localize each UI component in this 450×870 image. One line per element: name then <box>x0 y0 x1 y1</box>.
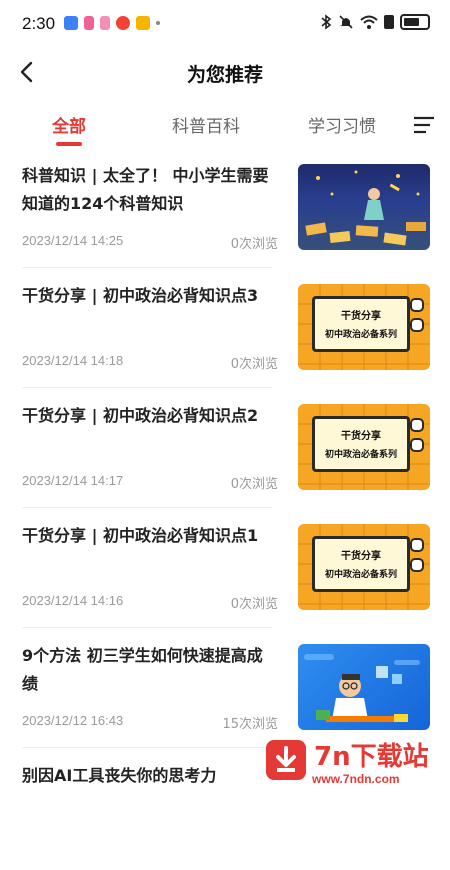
watermark-name: 7n下载站 <box>314 742 429 772</box>
tv-knob-icon <box>410 298 424 312</box>
tab-study-habits[interactable]: 学习习惯 <box>308 112 376 137</box>
article-title: 科普知识 | 太全了！ 中小学生需要知道的124个科普知识 <box>22 166 269 213</box>
watermark-url: www.7ndn.com <box>312 772 400 786</box>
article-date: 2023/12/14 14:17 <box>22 473 124 488</box>
tv-screen: 干货分享 初中政治必备系列 <box>312 416 410 472</box>
article-item[interactable]: 干货分享 | 初中政治必背知识点1 2023/12/14 14:16 0次浏览 … <box>22 510 430 630</box>
article-title: 干货分享 | 初中政治必背知识点2 <box>22 406 259 425</box>
article-title: 干货分享 | 初中政治必背知识点1 <box>22 526 259 545</box>
tv-knob-icon <box>410 558 424 572</box>
tv-knob-icon <box>410 538 424 552</box>
article-title: 别因AI工具丧失你的思考力 <box>22 766 217 785</box>
article-views: 15次浏览 <box>222 717 278 732</box>
app-icon <box>100 16 110 30</box>
article-views: 0次浏览 <box>230 357 278 372</box>
tv-screen: 干货分享 初中政治必备系列 <box>312 536 410 592</box>
article-date: 2023/12/12 16:43 <box>22 713 124 728</box>
article-views: 0次浏览 <box>230 237 278 252</box>
download-logo-icon <box>266 740 306 780</box>
divider <box>22 267 272 268</box>
divider <box>22 507 272 508</box>
article-thumbnail <box>298 644 430 730</box>
blue-illustration <box>304 654 420 722</box>
article-thumbnail: 干货分享 初中政治必备系列 <box>298 524 430 610</box>
thumb-text: 初中政治必备系列 <box>324 330 397 340</box>
article-title: 9个方法 初三学生如何快速提高成绩 <box>22 646 263 693</box>
tv-knob-icon <box>410 318 424 332</box>
system-icons <box>320 14 430 30</box>
article-views: 0次浏览 <box>230 597 278 612</box>
thumb-text: 干货分享 <box>341 431 381 442</box>
category-tabs: 全部 科普百科 学习习惯 <box>0 102 450 148</box>
article-item[interactable]: 干货分享 | 初中政治必背知识点2 2023/12/14 14:17 0次浏览 … <box>22 390 430 510</box>
bluetooth-icon <box>321 14 332 30</box>
active-tab-indicator <box>56 142 82 146</box>
mute-icon <box>339 15 353 29</box>
status-time: 2:30 <box>22 14 56 33</box>
menu-icon[interactable] <box>414 116 434 134</box>
thumb-text: 干货分享 <box>341 311 381 322</box>
message-app-icon <box>136 16 150 30</box>
watermark: 7n下载站 www.7ndn.com <box>266 734 442 792</box>
battery-icon <box>400 14 430 30</box>
article-date: 2023/12/14 14:18 <box>22 353 124 368</box>
thumb-text: 干货分享 <box>341 551 381 562</box>
weibo-icon <box>116 16 130 30</box>
article-views: 0次浏览 <box>230 477 278 492</box>
article-item[interactable]: 9个方法 初三学生如何快速提高成绩 2023/12/12 16:43 15次浏览 <box>22 630 430 750</box>
article-thumbnail <box>298 164 430 250</box>
tv-knob-icon <box>410 418 424 432</box>
more-dot-icon <box>156 21 160 25</box>
article-thumbnail: 干货分享 初中政治必备系列 <box>298 404 430 490</box>
thumb-text: 初中政治必备系列 <box>324 450 397 460</box>
divider <box>22 627 272 628</box>
article-date: 2023/12/14 14:16 <box>22 593 124 608</box>
article-title: 干货分享 | 初中政治必背知识点3 <box>22 286 259 305</box>
page-title: 为您推荐 <box>186 64 263 86</box>
notification-icons <box>64 16 160 30</box>
tv-screen: 干货分享 初中政治必备系列 <box>312 296 410 352</box>
app-icon <box>84 16 94 30</box>
article-item[interactable]: 科普知识 | 太全了！ 中小学生需要知道的124个科普知识 2023/12/14… <box>22 150 430 270</box>
article-thumbnail: 干货分享 初中政治必备系列 <box>298 284 430 370</box>
night-illustration <box>305 170 426 246</box>
article-item[interactable]: 干货分享 | 初中政治必背知识点3 2023/12/14 14:18 0次浏览 … <box>22 270 430 390</box>
page-header: 为您推荐 <box>0 48 450 98</box>
tab-all[interactable]: 全部 <box>52 112 86 137</box>
divider <box>22 387 272 388</box>
status-bar: 2:30 <box>0 0 450 48</box>
thumb-text: 初中政治必备系列 <box>324 570 397 580</box>
shield-app-icon <box>64 16 78 30</box>
wifi-icon <box>360 15 378 29</box>
tab-science[interactable]: 科普百科 <box>172 112 240 137</box>
divider <box>22 747 272 748</box>
article-date: 2023/12/14 14:25 <box>22 233 124 248</box>
sim-icon <box>384 15 394 29</box>
tv-knob-icon <box>410 438 424 452</box>
